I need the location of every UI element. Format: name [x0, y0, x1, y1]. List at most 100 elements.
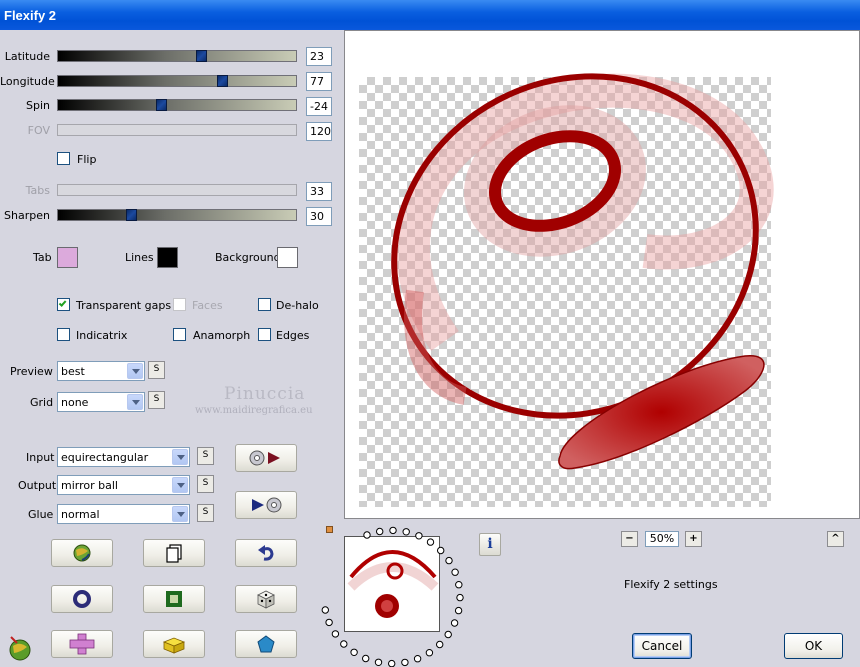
sharpen-slider[interactable] — [57, 209, 297, 221]
undo-button[interactable] — [235, 539, 297, 567]
tab-color-label: Tab — [33, 251, 52, 264]
orbit-dot[interactable] — [445, 556, 453, 565]
orbit-dot[interactable] — [444, 630, 452, 639]
glue-save-button[interactable]: S — [197, 504, 214, 522]
output-select-value: mirror ball — [61, 479, 118, 492]
preview-save-button[interactable]: S — [148, 361, 165, 379]
spin-value[interactable]: -24 — [306, 97, 332, 116]
spin-slider[interactable] — [57, 99, 297, 111]
longitude-slider[interactable] — [57, 75, 297, 87]
zoom-in-button[interactable]: + — [685, 531, 702, 547]
orbit-dot[interactable] — [451, 568, 459, 576]
edges-checkbox[interactable] — [258, 328, 271, 341]
orbit-dot[interactable] — [321, 606, 330, 614]
longitude-slider-thumb[interactable] — [217, 75, 228, 87]
orbit-dot[interactable] — [340, 640, 348, 648]
latitude-slider[interactable] — [57, 50, 297, 62]
fov-value[interactable]: 120 — [306, 122, 332, 141]
background-color-swatch[interactable] — [277, 247, 298, 268]
preview-select[interactable]: best — [57, 361, 145, 381]
orbit-dot[interactable] — [456, 593, 464, 602]
tabs-slider[interactable] — [57, 184, 297, 196]
chevron-down-icon[interactable] — [127, 363, 143, 379]
tab-color-swatch[interactable] — [57, 247, 78, 268]
orbit-dot[interactable] — [388, 659, 396, 667]
orbit-dot[interactable] — [362, 654, 370, 663]
orbit-dot[interactable] — [402, 528, 410, 536]
input-save-button[interactable]: S — [197, 447, 214, 465]
frame-button[interactable] — [143, 585, 205, 613]
pentagon-button[interactable] — [235, 630, 297, 658]
dice-button[interactable] — [235, 585, 297, 613]
transparent-gaps-checkbox[interactable] — [57, 298, 70, 311]
zoom-level[interactable]: 50% — [645, 531, 679, 547]
orbit-dot[interactable] — [401, 658, 409, 667]
orbit-dot[interactable] — [437, 546, 445, 555]
ring-icon — [73, 590, 91, 608]
fov-slider[interactable] — [57, 124, 297, 136]
sharpen-value[interactable]: 30 — [306, 207, 332, 226]
orbit-dot[interactable] — [425, 649, 434, 657]
collapse-up-button[interactable]: ^ — [827, 531, 844, 547]
ok-button[interactable]: OK — [784, 633, 843, 659]
info-button[interactable]: i — [479, 533, 501, 556]
orbit-dot[interactable] — [374, 658, 383, 667]
orbit-dot[interactable] — [350, 648, 358, 657]
tabs-value[interactable]: 33 — [306, 182, 332, 201]
cancel-button[interactable]: Cancel — [632, 633, 692, 659]
chevron-down-icon[interactable] — [172, 506, 188, 522]
orbit-dot[interactable] — [455, 581, 463, 589]
chevron-down-icon[interactable] — [172, 477, 188, 493]
latitude-slider-thumb[interactable] — [196, 50, 207, 62]
longitude-value[interactable]: 77 — [306, 72, 332, 91]
disc-play-icon — [249, 450, 280, 466]
chevron-down-icon[interactable] — [127, 394, 143, 410]
zoom-out-button[interactable]: − — [621, 531, 638, 547]
output-select[interactable]: mirror ball — [57, 475, 190, 495]
lines-color-swatch[interactable] — [157, 247, 178, 268]
check-icon — [58, 299, 67, 307]
orbit-dot[interactable] — [389, 526, 397, 535]
ring-button[interactable] — [51, 585, 113, 613]
random-button[interactable] — [51, 539, 113, 567]
preview-canvas[interactable] — [344, 30, 860, 519]
orbit-dot[interactable] — [331, 630, 340, 638]
cross-button[interactable] — [51, 630, 113, 658]
latitude-value[interactable]: 23 — [306, 47, 332, 66]
input-select[interactable]: equirectangular — [57, 447, 190, 467]
orbit-dot[interactable] — [436, 640, 444, 649]
orbit-dot[interactable] — [426, 538, 435, 546]
grid-save-button[interactable]: S — [148, 391, 165, 409]
orbit-dot[interactable] — [415, 532, 423, 540]
faces-checkbox[interactable] — [173, 298, 186, 311]
sharpen-slider-thumb[interactable] — [126, 209, 137, 221]
chevron-down-icon[interactable] — [172, 449, 188, 465]
orbit-dot[interactable] — [325, 618, 333, 627]
spin-slider-thumb[interactable] — [156, 99, 167, 111]
indicatrix-checkbox[interactable] — [57, 328, 70, 341]
orbit-dot[interactable] — [450, 619, 459, 627]
output-to-input-button[interactable] — [235, 491, 297, 519]
globe-logo-icon — [9, 636, 31, 661]
orbit-dots[interactable] — [312, 525, 472, 667]
output-save-button[interactable]: S — [197, 475, 214, 493]
orbit-dot[interactable] — [413, 655, 422, 663]
orbit-dot[interactable] — [376, 527, 384, 536]
orbit-dot[interactable] — [454, 606, 463, 615]
copy-button[interactable] — [143, 539, 205, 567]
glue-select-value: normal — [61, 508, 100, 521]
anamorph-checkbox[interactable] — [173, 328, 186, 341]
orbit-dot[interactable] — [363, 531, 371, 539]
brick-button[interactable] — [143, 630, 205, 658]
fov-label: FOV — [27, 124, 50, 137]
tabs-label: Tabs — [25, 184, 50, 197]
app-logo — [5, 633, 33, 666]
sharpen-label: Sharpen — [4, 209, 50, 222]
de-halo-checkbox[interactable] — [258, 298, 271, 311]
glue-select-label: Glue — [28, 508, 54, 521]
flip-label: Flip — [77, 153, 97, 166]
input-to-output-button[interactable] — [235, 444, 297, 472]
grid-select[interactable]: none — [57, 392, 145, 412]
glue-select[interactable]: normal — [57, 504, 190, 524]
flip-checkbox[interactable] — [57, 152, 70, 165]
